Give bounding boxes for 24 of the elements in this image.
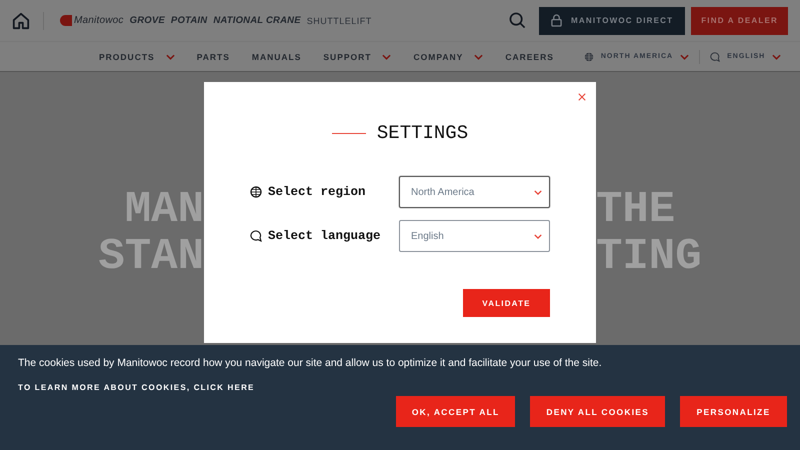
manitowoc-direct-button[interactable]: MANITOWOC DIRECT <box>539 6 686 34</box>
cookie-button[interactable]: PERSONALIZE <box>680 396 787 427</box>
brand-logo[interactable]: NATIONAL CRANE <box>213 15 301 26</box>
nav-link[interactable]: PARTS <box>196 52 230 62</box>
cookie-info-link[interactable]: TO LEARN MORE ABOUT COOKIES, CLICK HERE <box>18 383 782 392</box>
brand-logo[interactable]: GROVE <box>130 15 165 26</box>
nav-link[interactable]: CAREERS <box>505 52 554 62</box>
nav-link[interactable]: MANUALS <box>252 52 302 62</box>
find-dealer-button[interactable]: FIND A DEALER <box>691 6 788 34</box>
validate-button[interactable]: VALIDATE <box>463 289 550 317</box>
cookie-button[interactable]: OK, ACCEPT ALL <box>396 396 516 427</box>
field-label: Select region <box>268 185 366 199</box>
field-label: Select language <box>268 229 381 243</box>
nav-link[interactable]: COMPANY <box>413 52 464 62</box>
dropdown-field[interactable]: North America <box>399 176 550 208</box>
nav-link[interactable]: SUPPORT <box>323 52 372 62</box>
dropdown-field[interactable]: English <box>399 220 550 252</box>
dialog-title: SETTINGS <box>376 122 468 144</box>
brand-logo[interactable]: Manitowoc <box>60 15 124 26</box>
cookie-notice-text: The cookies used by Manitowoc record how you navigate our site and allow us to optimize it and facilitate your use of the site. <box>18 357 603 369</box>
cookie-button[interactable]: DENY ALL COOKIES <box>530 396 665 427</box>
nav-link[interactable]: PRODUCTS <box>99 52 155 62</box>
brand-logo[interactable]: SHUTTLELIFT <box>306 16 372 26</box>
brand-logo[interactable]: POTAIN <box>170 15 208 26</box>
